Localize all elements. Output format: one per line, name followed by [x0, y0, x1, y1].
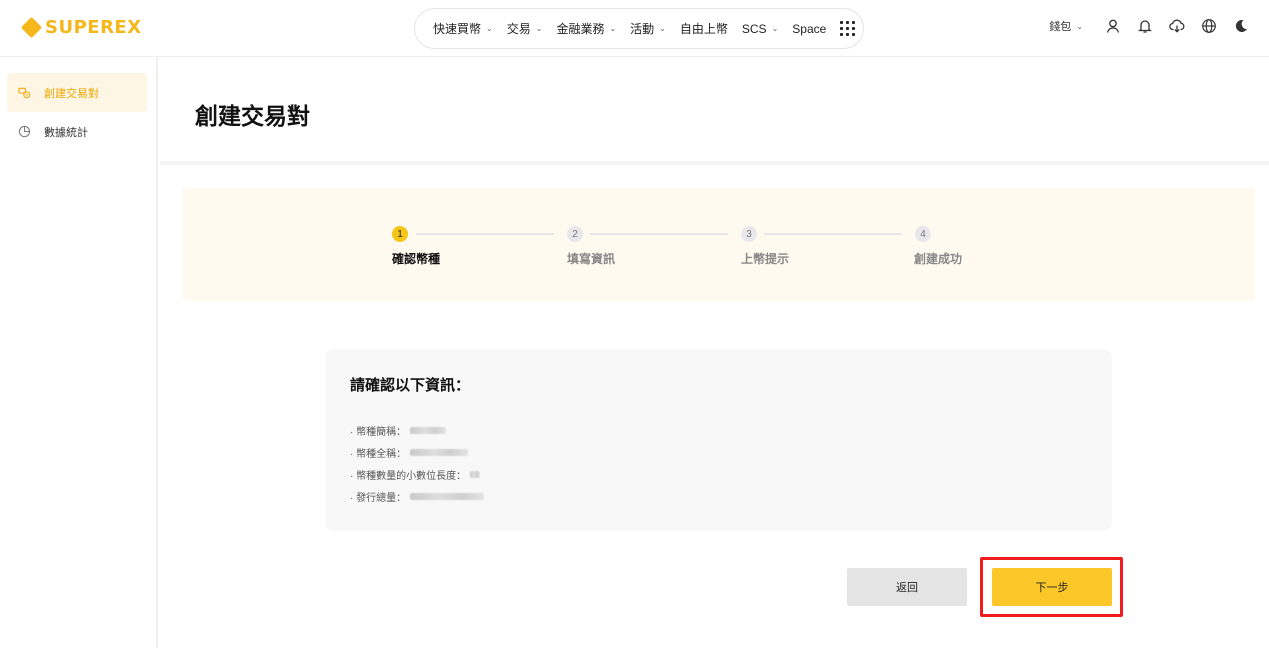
chevron-down-icon: ⌄ — [609, 24, 617, 33]
confirm-info-card: 請確認以下資訊： · 幣種簡稱： · 幣種全稱： · 幣種數量的小數位長度： ·… — [326, 349, 1112, 531]
user-icon[interactable] — [1105, 18, 1121, 34]
download-icon[interactable] — [1169, 18, 1185, 34]
next-step-button[interactable]: 下一步 — [992, 568, 1112, 606]
step-number-1: 1 — [392, 226, 408, 242]
pie-chart-icon — [18, 125, 31, 138]
info-row-full-name: · 幣種全稱： — [350, 445, 469, 460]
step-connector — [764, 233, 902, 235]
top-navigation-bar: SUPEREX 快速買幣 ⌄ 交易 ⌄ 金融業務 ⌄ 活動 ⌄ 自由上幣 SCS ⌄ Sp… — [0, 0, 1269, 57]
globe-icon[interactable] — [1201, 18, 1217, 34]
sidebar-item-statistics[interactable]: 數據統計 — [7, 112, 147, 151]
moon-icon[interactable] — [1233, 18, 1249, 34]
nav-item-quick-buy[interactable]: 快速買幣 ⌄ — [433, 20, 493, 37]
info-row-decimals: · 幣種數量的小數位長度： — [350, 467, 481, 482]
sidebar-item-label: 創建交易對 — [44, 87, 99, 100]
step-number-4: 4 — [915, 226, 931, 242]
redacted-value — [410, 493, 485, 500]
sidebar-item-create-pair[interactable]: 創建交易對 — [7, 73, 147, 112]
redacted-value — [470, 471, 481, 478]
redacted-value — [410, 449, 469, 456]
brand-name: SUPEREX — [45, 17, 142, 38]
nav-item-finance[interactable]: 金融業務 ⌄ — [556, 20, 616, 37]
redacted-value — [410, 427, 447, 434]
step-connector — [416, 233, 554, 235]
chevron-down-icon: ⌄ — [771, 24, 779, 33]
coins-icon — [18, 86, 31, 99]
header-divider — [160, 161, 1269, 165]
chevron-down-icon: ⌄ — [659, 24, 666, 33]
info-row-total-supply: · 發行總量： — [350, 489, 485, 504]
wallet-menu[interactable]: 錢包 ⌄ — [1049, 18, 1083, 34]
step-connector — [590, 233, 728, 235]
nav-item-free-listing[interactable]: 自由上幣 — [680, 20, 728, 37]
nav-item-trade[interactable]: 交易 ⌄ — [507, 20, 543, 37]
step-label-2: 填寫資訊 — [567, 252, 616, 266]
sidebar-item-label: 數據統計 — [44, 126, 88, 139]
stepper: 1 確認幣種 2 填寫資訊 3 上幣提示 4 創建成功 — [183, 188, 1255, 301]
bell-icon[interactable] — [1137, 18, 1153, 34]
step-label-1: 確認幣種 — [392, 252, 441, 266]
nav-item-scs[interactable]: SCS ⌄ — [742, 22, 778, 36]
diamond-logo-icon — [20, 16, 43, 39]
chevron-down-icon: ⌄ — [535, 24, 543, 33]
chevron-down-icon: ⌄ — [486, 24, 493, 33]
sidebar: 創建交易對 數據統計 — [0, 57, 158, 648]
back-button[interactable]: 返回 — [847, 568, 967, 606]
page-title: 創建交易對 — [195, 103, 310, 129]
info-title: 請確認以下資訊： — [350, 377, 471, 394]
main-nav: 快速買幣 ⌄ 交易 ⌄ 金融業務 ⌄ 活動 ⌄ 自由上幣 SCS ⌄ Space — [414, 8, 864, 49]
step-label-4: 創建成功 — [914, 252, 963, 266]
header-tools: 錢包 ⌄ — [1049, 18, 1249, 34]
step-label-3: 上幣提示 — [741, 252, 790, 266]
grid-dots-icon[interactable] — [840, 21, 856, 36]
step-number-2: 2 — [567, 226, 583, 242]
nav-item-events[interactable]: 活動 ⌄ — [630, 20, 666, 37]
nav-item-space[interactable]: Space — [792, 22, 826, 36]
brand-logo[interactable]: SUPEREX — [20, 16, 142, 39]
step-number-3: 3 — [741, 226, 757, 242]
chevron-down-icon: ⌄ — [1076, 21, 1083, 31]
info-row-symbol: · 幣種簡稱： — [350, 423, 447, 438]
